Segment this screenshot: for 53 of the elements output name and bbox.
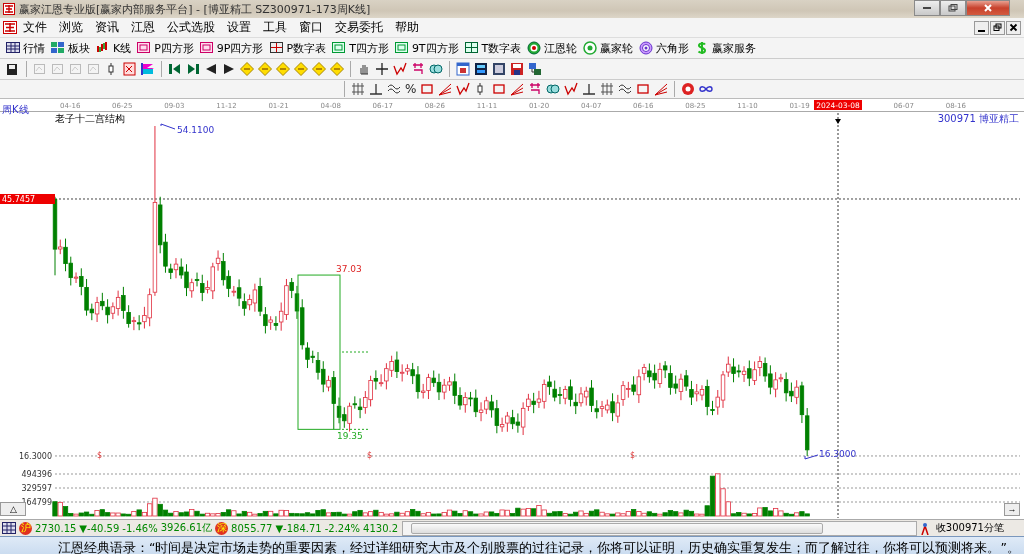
market-badge: 沪: [19, 521, 32, 535]
stock-label: 300971 博亚精工: [937, 113, 1019, 124]
index-value: 2730.15: [35, 522, 77, 534]
toolbar-button[interactable]: 六角形: [637, 39, 694, 57]
dividend-mark: $: [630, 450, 636, 460]
price-axis-label: 16.3000: [18, 451, 52, 461]
volume-axis-label: 494396: [21, 470, 52, 479]
dividend-mark: $: [97, 450, 103, 460]
index-amount: 3926.61亿: [160, 521, 213, 535]
collapse-button[interactable]: △: [0, 502, 26, 516]
dividend-mark: $: [367, 450, 373, 460]
index-change: ▼-40.59: [79, 522, 120, 534]
menu-item[interactable]: 江恩: [125, 19, 161, 36]
menu-item[interactable]: 设置: [221, 19, 257, 36]
toolbar-button[interactable]: 9P四方形: [197, 39, 268, 57]
toolbar-button[interactable]: 江恩轮: [525, 39, 582, 57]
toolbar-button[interactable]: P四方形: [135, 39, 198, 57]
percent-button[interactable]: %: [403, 81, 419, 97]
next-button[interactable]: →: [1004, 503, 1020, 516]
market-badge: 深: [215, 521, 229, 535]
menu-item[interactable]: 工具: [257, 19, 293, 36]
menu-item[interactable]: 浏览: [53, 19, 89, 36]
toolbar-button[interactable]: 板块: [49, 39, 94, 57]
toolbar-button[interactable]: 9T四方形: [392, 39, 463, 57]
index-change: ▼-184.71: [275, 522, 322, 534]
high-price-label: 54.1100: [177, 125, 215, 135]
toolbar-button[interactable]: 赢家服务: [693, 39, 761, 57]
toolbar-button[interactable]: K线: [94, 39, 136, 57]
window-title: 赢家江恩专业版[赢家内部服务平台] - [博亚精工 SZ300971-173周K线]: [19, 1, 371, 17]
box-top-label: 37.03: [336, 264, 362, 275]
toolbar-button[interactable]: P数字表: [267, 39, 331, 57]
index-percent: -2.24%: [324, 522, 361, 534]
toolbar-button[interactable]: 行情: [4, 39, 49, 57]
low-price-label: 16.3000: [819, 448, 857, 459]
index-value: 8055.77: [231, 522, 273, 534]
box-bottom-label: 19.35: [337, 431, 363, 442]
price-tag: 45.7457: [0, 194, 55, 205]
menu-item[interactable]: 窗口: [293, 19, 329, 36]
data-feed-label: 收300971分笔: [935, 521, 1004, 535]
index-amount: 4130.2: [363, 522, 399, 534]
menu-item[interactable]: 帮助: [389, 19, 425, 36]
index-percent: -1.46%: [122, 522, 158, 534]
menu-item[interactable]: 公式选股: [161, 19, 221, 36]
menu-item[interactable]: 文件: [17, 19, 53, 36]
volume-axis-label: 329597: [21, 484, 52, 493]
menu-item[interactable]: 交易委托: [329, 19, 389, 36]
period-label: 周K线: [2, 104, 29, 115]
toolbar-button[interactable]: 赢家轮: [581, 39, 638, 57]
indicator-title: 老子十二宫结构: [55, 113, 125, 124]
toolbar-button[interactable]: T数字表: [462, 39, 526, 57]
toolbar-button[interactable]: T四方形: [330, 39, 393, 57]
quote-ticker: 江恩经典语录：“时间是决定市场走势的重要因素，经过详细研究大市及个别股票的过往记录，你将可以证明，历史确实重复发生；而了解过往，你将可以预测将来。”。: [58, 539, 1020, 554]
menu-item[interactable]: 资讯: [89, 19, 125, 36]
